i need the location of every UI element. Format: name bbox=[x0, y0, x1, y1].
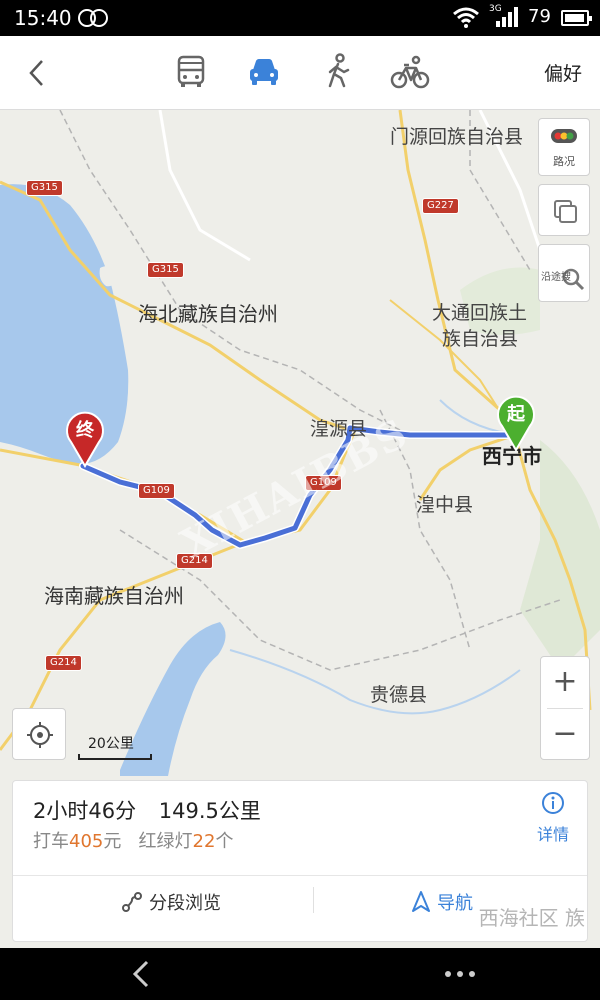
zoom-control: + − bbox=[540, 656, 590, 760]
road-shield-g315: G315 bbox=[26, 180, 63, 196]
traffic-button[interactable]: 路况 bbox=[538, 118, 590, 176]
place-huangzhong: 湟中县 bbox=[416, 494, 474, 516]
end-marker-label: 终 bbox=[76, 420, 94, 441]
link-icon-2 bbox=[90, 9, 108, 27]
more-dots-icon[interactable] bbox=[442, 964, 478, 984]
status-time: 15:40 bbox=[14, 6, 72, 30]
route-duration: 2小时46分 bbox=[33, 799, 137, 823]
wifi-icon bbox=[453, 7, 479, 28]
start-marker[interactable]: 起 bbox=[494, 392, 538, 452]
road-shield-g214: G214 bbox=[45, 655, 82, 671]
info-icon bbox=[542, 792, 564, 814]
battery-percent: 79 bbox=[528, 6, 551, 27]
navigation-arrow-icon bbox=[412, 891, 430, 912]
map-view[interactable]: G315 G315 G227 G109 G109 G214 G214 门源回族自… bbox=[0, 110, 600, 776]
back-icon[interactable] bbox=[127, 958, 157, 990]
locate-icon bbox=[27, 722, 53, 748]
car-icon[interactable] bbox=[244, 52, 284, 92]
status-bar: 15:40 3G 79 bbox=[0, 0, 600, 36]
chevron-left-icon[interactable] bbox=[22, 56, 52, 90]
scale-bar bbox=[78, 754, 152, 760]
place-guide: 贵德县 bbox=[370, 684, 428, 706]
map-scale: 20公里 bbox=[78, 732, 152, 760]
end-marker[interactable]: 终 bbox=[63, 408, 107, 468]
route-summary: 2小时46分 149.5公里 bbox=[33, 795, 277, 825]
route-extra-info: 打车405元 红绿灯22个 bbox=[33, 827, 233, 853]
zoom-in-button[interactable]: + bbox=[541, 657, 589, 708]
battery-icon bbox=[561, 10, 592, 26]
layers-button[interactable] bbox=[538, 184, 590, 236]
lights-count: 22 bbox=[192, 831, 216, 852]
lights-prefix: 红绿灯 bbox=[138, 831, 193, 852]
along-route-search-label: 沿途搜 bbox=[541, 272, 571, 283]
card-divider bbox=[13, 875, 587, 876]
road-shield-g227: G227 bbox=[422, 198, 459, 214]
route-distance: 149.5公里 bbox=[158, 799, 261, 823]
corner-watermark: 西海社区 族 bbox=[478, 906, 585, 930]
bike-icon[interactable] bbox=[390, 52, 430, 92]
along-route-search-button[interactable]: 沿途搜 bbox=[538, 244, 590, 302]
place-datong-2: 族自治县 bbox=[442, 328, 519, 350]
taxi-price: 405 bbox=[69, 831, 104, 852]
traffic-button-label: 路况 bbox=[553, 155, 575, 168]
zoom-out-button[interactable]: − bbox=[541, 709, 589, 760]
segment-browse-label: 分段浏览 bbox=[149, 893, 221, 914]
place-haibei: 海北藏族自治州 bbox=[138, 302, 278, 326]
road-shield-g315: G315 bbox=[147, 262, 184, 278]
locate-button[interactable] bbox=[12, 708, 66, 760]
place-menyuan: 门源回族自治县 bbox=[390, 126, 524, 148]
taxi-unit: 元 bbox=[103, 831, 122, 852]
lights-unit: 个 bbox=[215, 831, 234, 852]
route-summary-card[interactable]: 2小时46分 149.5公里 打车405元 红绿灯22个 详情 分段浏览 导航 … bbox=[12, 780, 588, 942]
start-marker-label: 起 bbox=[507, 404, 525, 425]
signal-icon bbox=[496, 7, 518, 27]
place-datong: 大通回族土 bbox=[432, 302, 528, 324]
system-nav-bar bbox=[0, 948, 600, 1000]
place-hainan: 海南藏族自治州 bbox=[44, 584, 184, 608]
bus-icon[interactable] bbox=[171, 52, 211, 92]
route-mode-bar: 偏好 bbox=[0, 36, 600, 110]
details-label: 详情 bbox=[536, 825, 569, 844]
scale-label: 20公里 bbox=[88, 736, 134, 752]
taxi-prefix: 打车 bbox=[33, 831, 69, 852]
road-shield-g109: G109 bbox=[138, 483, 175, 499]
walk-icon[interactable] bbox=[318, 52, 358, 92]
preference-button[interactable]: 偏好 bbox=[544, 59, 582, 86]
traffic-light-icon bbox=[551, 129, 577, 143]
route-segments-icon bbox=[122, 892, 142, 912]
details-button[interactable]: 详情 bbox=[528, 789, 578, 844]
button-divider bbox=[313, 887, 314, 913]
layers-icon bbox=[554, 200, 577, 223]
navigate-label: 导航 bbox=[437, 893, 473, 914]
